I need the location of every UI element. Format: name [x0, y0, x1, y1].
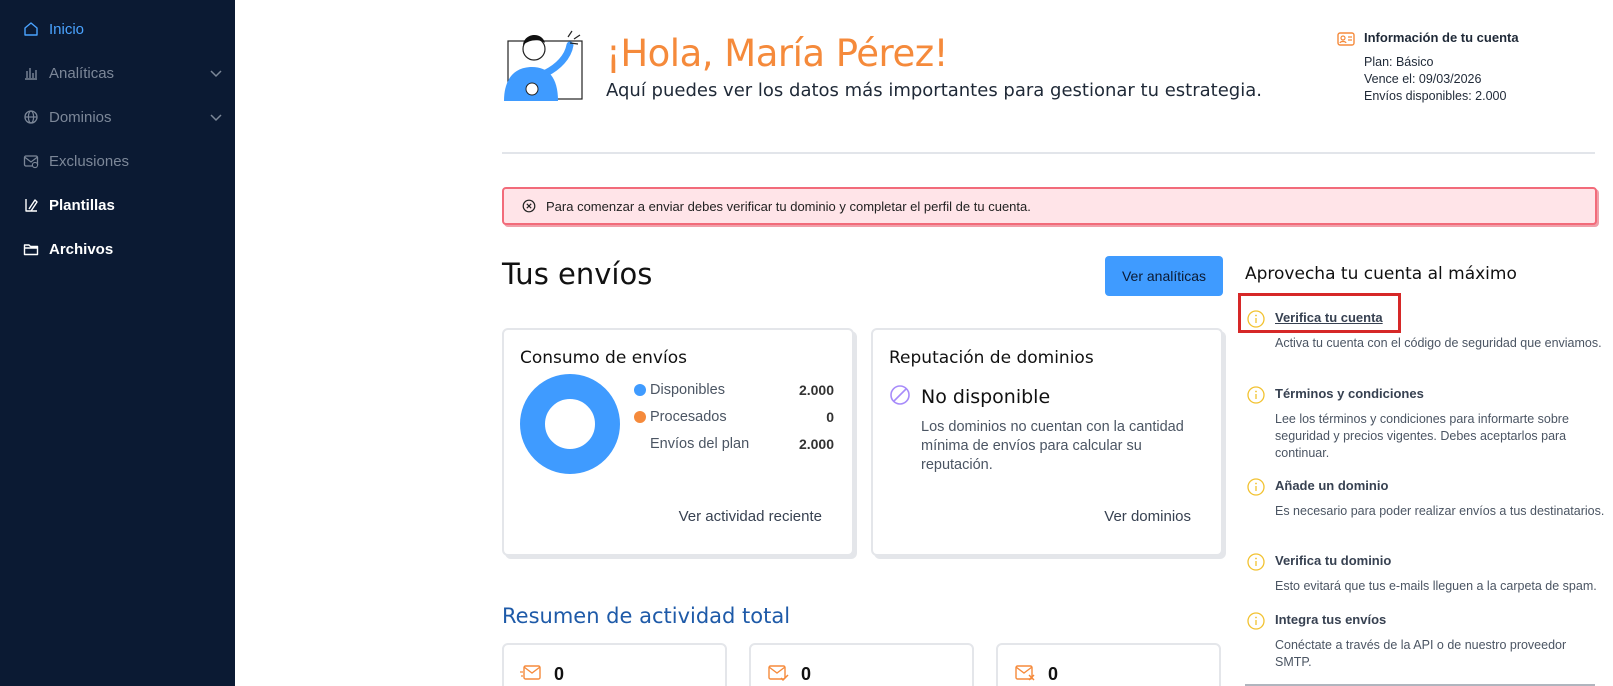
id-card-icon	[1337, 30, 1355, 48]
legend-dot	[634, 411, 646, 423]
tip-title[interactable]: Términos y condiciones	[1275, 386, 1424, 401]
info-icon	[1247, 553, 1265, 571]
tip-title[interactable]: Añade un dominio	[1275, 478, 1388, 493]
bar-chart-icon	[22, 64, 40, 82]
account-info-title: Información de tu cuenta	[1364, 30, 1519, 45]
donut-segment-disponibles	[520, 374, 620, 474]
tip-description: Esto evitará que tus e-mails lleguen a l…	[1275, 579, 1597, 593]
mail-block-icon	[22, 152, 40, 170]
verification-alert: Para comenzar a enviar debes verificar t…	[502, 187, 1597, 225]
view-analytics-button[interactable]: Ver analíticas	[1105, 256, 1223, 296]
consumption-card: Consumo de envíos Disponibles 2.000 Proc…	[502, 328, 854, 556]
sidebar-item-archivos[interactable]: Archivos	[22, 237, 212, 261]
sidebar-item-label: Analíticas	[49, 64, 115, 82]
verify-account-link[interactable]: Verifica tu cuenta	[1275, 310, 1383, 325]
legend-row-disponibles: Disponibles 2.000	[634, 382, 834, 398]
info-icon	[1247, 310, 1265, 328]
sidebar-item-label: Exclusiones	[49, 152, 130, 170]
page-title: ¡Hola, María Pérez!	[606, 32, 948, 75]
summary-value: 0	[801, 664, 812, 684]
greeting-illustration	[502, 27, 586, 103]
sends-title: Tus envíos	[502, 257, 653, 291]
reputation-card: Reputación de dominios No disponible Los…	[871, 328, 1223, 556]
sidebar-item-label: Plantillas	[49, 196, 115, 214]
account-expiry: Vence el: 09/03/2026	[1364, 72, 1482, 86]
card-title: Reputación de dominios	[889, 348, 1094, 368]
sidebar-item-analiticas[interactable]: Analíticas	[22, 61, 222, 85]
reputation-description: Los dominios no cuentan con la cantidad …	[921, 419, 1184, 473]
legend-spacer	[634, 438, 646, 450]
legend-value: 0	[826, 409, 834, 425]
page-subtitle: Aquí puedes ver los datos más importante…	[606, 80, 1262, 101]
sidebar-item-label: Inicio	[49, 20, 85, 38]
legend-value: 2.000	[798, 382, 834, 398]
card-title: Consumo de envíos	[520, 348, 687, 368]
sidebar-item-dominios[interactable]: Dominios	[22, 105, 222, 129]
close-circle-icon	[522, 199, 536, 213]
tip-description: Es necesario para poder realizar envíos …	[1275, 504, 1605, 518]
sidebar-item-exclusiones[interactable]: Exclusiones	[22, 149, 212, 173]
legend-label: Disponibles	[650, 382, 725, 398]
template-icon	[22, 196, 40, 214]
account-available-sends: Envíos disponibles: 2.000	[1364, 89, 1507, 103]
tip-description: Activa tu cuenta con el código de seguri…	[1275, 336, 1602, 350]
sidebar-item-plantillas[interactable]: Plantillas	[22, 193, 212, 217]
view-domains-link[interactable]: Ver dominios	[1104, 508, 1191, 525]
tip-title[interactable]: Integra tus envíos	[1275, 612, 1386, 627]
legend-dot	[634, 384, 646, 396]
chevron-down-icon	[208, 65, 224, 81]
summary-value: 0	[1048, 664, 1059, 684]
mail-x-icon	[1014, 663, 1036, 683]
summary-value: 0	[554, 664, 565, 684]
account-plan: Plan: Básico	[1364, 55, 1434, 69]
alert-text: Para comenzar a enviar debes verificar t…	[546, 198, 1031, 214]
tip-title[interactable]: Verifica tu dominio	[1275, 553, 1391, 568]
info-icon	[1247, 478, 1265, 496]
tip-description: Conéctate a través de la API o de nuestr…	[1275, 638, 1567, 669]
sidebar-item-inicio[interactable]: Inicio	[22, 17, 212, 41]
unavailable-icon	[889, 384, 911, 406]
mail-sent-icon	[520, 663, 542, 683]
legend-value: 2.000	[798, 436, 834, 452]
sidebar-item-label: Archivos	[49, 240, 114, 258]
legend-label: Procesados	[650, 409, 727, 425]
header-divider	[502, 152, 1595, 154]
reputation-status: No disponible	[921, 386, 1051, 408]
sidebar-item-label: Dominios	[49, 108, 112, 126]
sidebar: Inicio Analíticas Dominios Exclusiones P…	[0, 0, 235, 686]
mail-check-icon	[767, 663, 789, 683]
summary-card-sent: 0	[502, 643, 727, 686]
summary-card-delivered: 0	[749, 643, 974, 686]
chevron-down-icon	[208, 109, 224, 125]
tip-description: Lee los términos y condiciones para info…	[1275, 412, 1569, 460]
summary-card-bounced: 0	[996, 643, 1221, 686]
home-icon	[22, 20, 40, 38]
tips-title: Aprovecha tu cuenta al máximo	[1245, 264, 1517, 284]
folder-icon	[22, 240, 40, 258]
globe-icon	[22, 108, 40, 126]
legend-row-procesados: Procesados 0	[634, 409, 834, 425]
info-icon	[1247, 612, 1265, 630]
info-icon	[1247, 386, 1265, 404]
summary-title: Resumen de actividad total	[502, 604, 791, 628]
legend-row-plan: Envíos del plan 2.000	[634, 436, 834, 452]
view-recent-activity-link[interactable]: Ver actividad reciente	[679, 508, 822, 525]
legend-label: Envíos del plan	[650, 436, 750, 452]
consumption-donut-chart	[520, 374, 620, 474]
